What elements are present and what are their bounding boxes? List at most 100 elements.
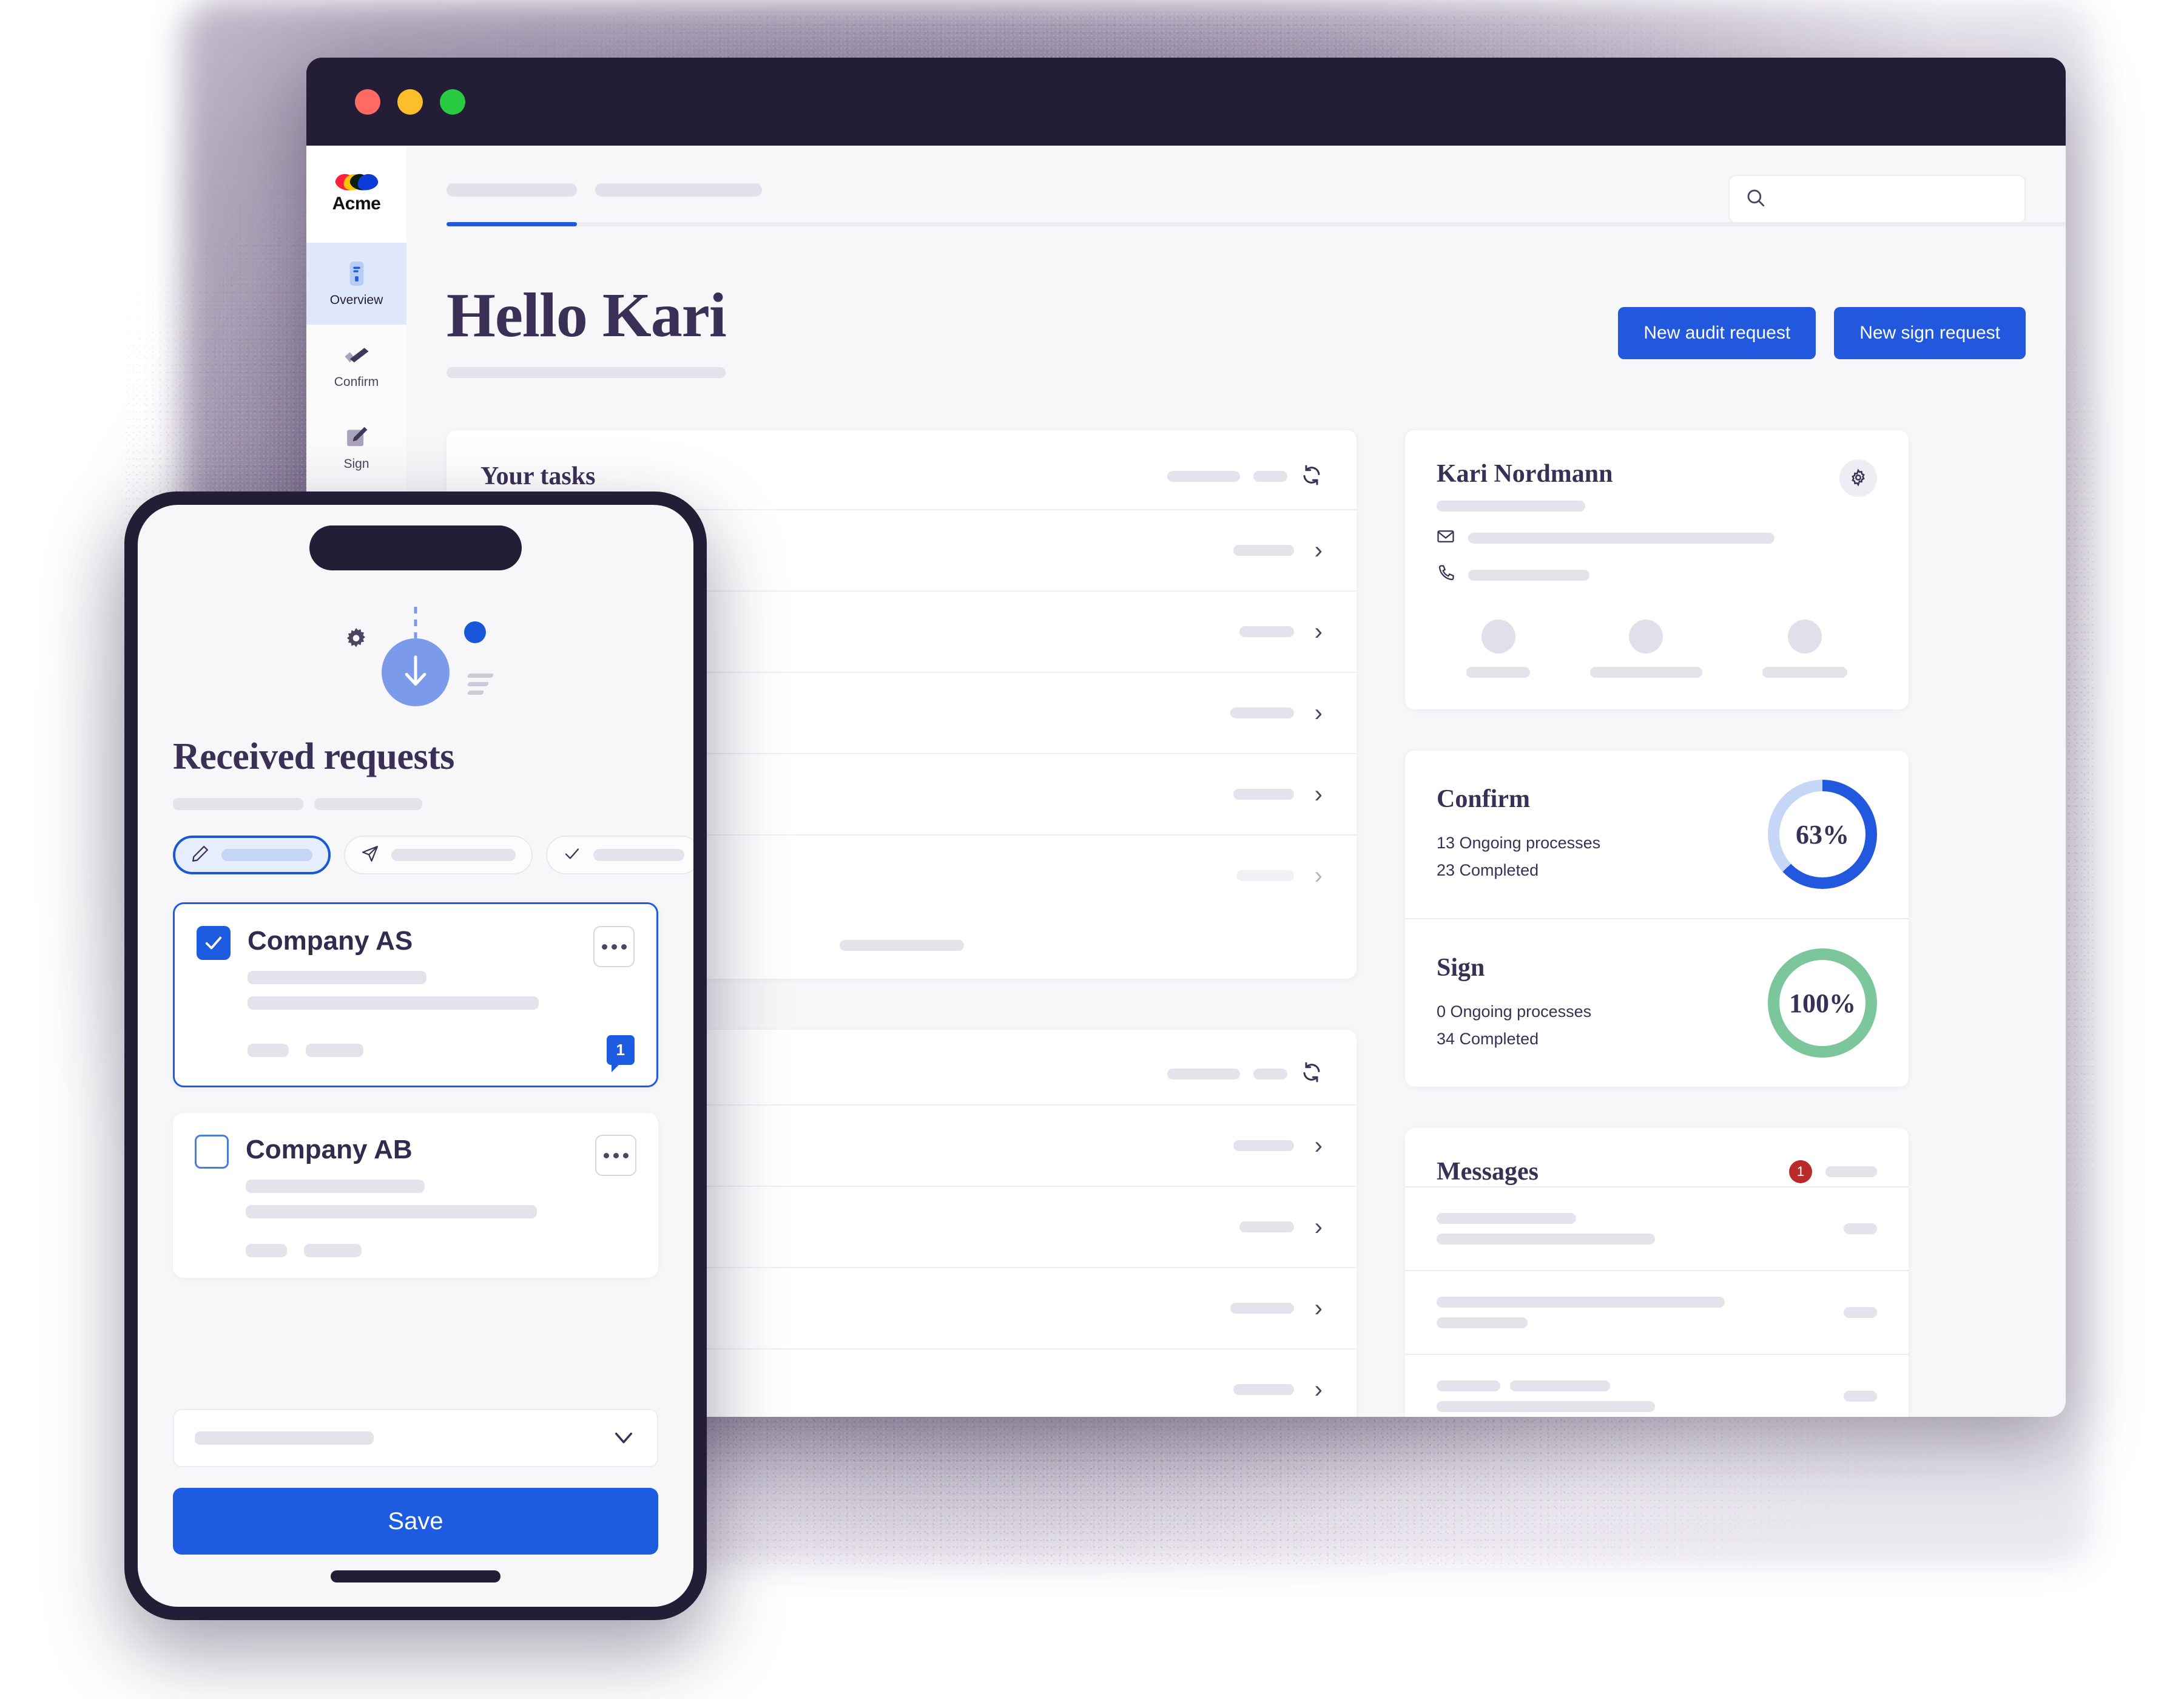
refresh-icon[interactable] (1301, 1061, 1323, 1086)
filter-skeleton[interactable] (1167, 1068, 1240, 1079)
request-card-company-as[interactable]: Company AS 1 (173, 902, 658, 1087)
device-notch (309, 525, 522, 570)
request-checkbox[interactable] (197, 926, 231, 960)
chevron-down-icon (611, 1424, 636, 1453)
sign-completed: 34 Completed (1437, 1030, 1539, 1048)
profile-role-skeleton (1437, 501, 1585, 512)
phone-icon (1437, 564, 1455, 586)
brand-logo[interactable]: Acme (306, 146, 406, 243)
refresh-icon[interactable] (1301, 464, 1323, 489)
profile-settings-button[interactable] (1839, 459, 1877, 497)
new-sign-request-button[interactable]: New sign request (1834, 307, 2026, 359)
mobile-subtitle-skeleton (173, 798, 658, 810)
secondary-tasks-header-actions (1167, 1061, 1323, 1086)
request-company-name: Company AB (246, 1135, 413, 1164)
select-value-skeleton (195, 1431, 374, 1445)
avatar[interactable] (1466, 620, 1531, 678)
page-title: Hello Kari (447, 280, 727, 350)
kebab-menu-icon[interactable] (593, 926, 635, 967)
filter-pill-sent[interactable] (344, 836, 533, 874)
sidebar-item-overview[interactable]: Overview (306, 243, 406, 325)
confirm-donut-chart: 63% (1768, 780, 1877, 889)
chevron-right-icon: › (1314, 1132, 1323, 1159)
sidebar-item-confirm[interactable]: Confirm (306, 325, 406, 407)
request-card-details (248, 971, 635, 1010)
pencil-square-icon (343, 424, 370, 451)
sign-title: Sign (1437, 954, 1485, 982)
messages-header: Messages 1 (1405, 1128, 1909, 1186)
search-input[interactable] (1728, 175, 2026, 223)
filter-skeleton[interactable] (1167, 471, 1240, 482)
download-arrow-icon (382, 638, 450, 706)
confirm-stat-block: Confirm 13 Ongoing processes 23 Complete… (1405, 751, 1909, 918)
document-icon (343, 260, 370, 287)
mobile-body: Received requests Company AS 1 Company A… (138, 505, 693, 1607)
sidebar-item-label: Confirm (334, 374, 379, 389)
maximize-window-button[interactable] (440, 89, 465, 115)
mobile-device: Received requests Company AS 1 Company A… (124, 491, 707, 1620)
chevron-right-icon: › (1314, 1214, 1323, 1240)
profile-phone-row (1405, 564, 1909, 586)
profile-phone-skeleton (1468, 569, 1589, 581)
sign-percent: 100% (1789, 988, 1856, 1018)
topbar (447, 175, 2026, 223)
brand-name: Acme (332, 194, 381, 214)
motion-lines-icon (467, 674, 494, 695)
chevron-right-icon: › (1314, 537, 1323, 564)
chevron-right-icon: › (1314, 618, 1323, 645)
filter-skeleton-2[interactable] (1253, 1068, 1287, 1079)
checkmark-brush-icon (343, 342, 370, 369)
save-button[interactable]: Save (173, 1488, 658, 1555)
chat-badge[interactable]: 1 (606, 1035, 635, 1072)
filter-pill-draft[interactable] (173, 836, 331, 874)
request-type-select[interactable] (173, 1409, 658, 1467)
header-actions: New audit request New sign request (1618, 279, 2026, 359)
sign-stat-block: Sign 0 Ongoing processes 34 Completed 10… (1405, 918, 1909, 1087)
your-tasks-title: Your tasks (480, 462, 596, 490)
request-card-company-ab[interactable]: Company AB (173, 1113, 658, 1278)
avatar[interactable] (1762, 620, 1847, 678)
profile-email-skeleton (1468, 532, 1774, 544)
avatar[interactable] (1589, 620, 1702, 678)
paper-plane-icon (361, 845, 379, 866)
messages-link-skeleton[interactable] (1825, 1166, 1877, 1177)
sign-ongoing: 0 Ongoing processes (1437, 1002, 1592, 1021)
list-item[interactable] (1405, 1186, 1909, 1270)
minimize-window-button[interactable] (397, 89, 423, 115)
chevron-right-icon: › (1314, 700, 1323, 726)
received-requests-illustration (173, 596, 658, 735)
sidebar-item-sign[interactable]: Sign (306, 407, 406, 488)
request-card-top: Company AS (197, 926, 635, 967)
filter-pill-completed[interactable] (546, 836, 693, 874)
tabs (447, 175, 762, 197)
kebab-menu-icon[interactable] (595, 1135, 636, 1176)
tab-underline (447, 222, 2066, 226)
list-item[interactable] (1405, 1270, 1909, 1354)
tab-1[interactable] (447, 183, 577, 197)
confirm-ongoing: 13 Ongoing processes (1437, 834, 1601, 853)
close-window-button[interactable] (355, 89, 380, 115)
gear-icon (1849, 468, 1867, 488)
profile-email-row (1405, 527, 1909, 549)
chevron-right-icon: › (1314, 1295, 1323, 1322)
sign-donut-chart: 100% (1768, 948, 1877, 1058)
request-card-details (246, 1180, 636, 1218)
page-subtitle-skeleton (447, 367, 726, 378)
request-card-footer (246, 1244, 636, 1257)
list-item[interactable] (1405, 1354, 1909, 1417)
envelope-icon (1437, 527, 1455, 549)
acme-logo-icon (333, 171, 380, 193)
messages-title: Messages (1437, 1158, 1539, 1186)
profile-people (1405, 586, 1909, 709)
new-audit-request-button[interactable]: New audit request (1618, 307, 1816, 359)
request-company-name: Company AS (248, 926, 413, 956)
request-checkbox[interactable] (195, 1135, 229, 1169)
tab-2[interactable] (595, 183, 762, 197)
filter-skeleton-2[interactable] (1253, 471, 1287, 482)
confirm-title: Confirm (1437, 785, 1530, 814)
page-header: Hello Kari New audit request New sign re… (447, 279, 2026, 378)
status-badge: 1 (1789, 1160, 1812, 1183)
gear-icon (344, 626, 368, 654)
request-card-top: Company AB (195, 1135, 636, 1176)
dot-icon (464, 621, 486, 643)
